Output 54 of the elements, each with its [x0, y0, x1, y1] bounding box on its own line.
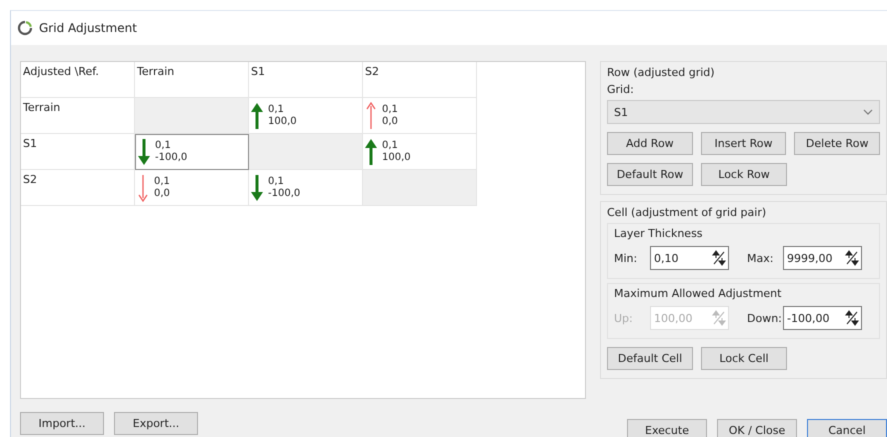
spin-arrows-icon [845, 310, 859, 326]
row-button[interactable]: Insert Row [700, 132, 786, 155]
cell-value: 0,1 [268, 104, 285, 116]
spin-field[interactable]: 0,10 [650, 246, 729, 270]
spin-field[interactable]: 9999,00 [783, 246, 862, 270]
row-button[interactable]: Lock Row [701, 163, 787, 186]
dialog-button[interactable]: Execute [627, 419, 707, 437]
row-button[interactable]: Default Row [607, 163, 693, 186]
cell-button[interactable]: Default Cell [607, 347, 693, 370]
column-header: Adjusted \Ref. [21, 62, 135, 98]
column-header: S2 [363, 62, 477, 98]
field-label: Grid: [607, 83, 635, 96]
group-title: Row (adjusted grid) [607, 66, 716, 79]
dialog-button[interactable]: OK / Close [717, 419, 797, 437]
action-button[interactable]: Import... [20, 412, 104, 435]
spin-arrows-icon [712, 310, 726, 326]
row-button[interactable]: Add Row [607, 132, 693, 155]
window-title: Grid Adjustment [39, 21, 137, 35]
group-title: Layer Thickness [614, 227, 704, 240]
row-header: S1 [21, 134, 135, 170]
table-cell[interactable]: 0,1 0,0 [363, 98, 477, 134]
cell-value: 0,0 [382, 116, 398, 128]
table-cell[interactable]: 0,1 0,0 [135, 170, 249, 206]
cell-value: 0,0 [154, 188, 170, 200]
cell-value: 0,1 [155, 140, 172, 152]
cell-value: 0,1 [382, 140, 399, 152]
empty-cell[interactable] [135, 98, 249, 134]
spin-arrows-icon [845, 250, 859, 266]
table-cell[interactable]: 0,1 -100,0 [135, 134, 249, 170]
cell-button[interactable]: Lock Cell [701, 347, 787, 370]
grid-dropdown[interactable]: S1 [607, 100, 880, 124]
spin-field[interactable]: -100,00 [783, 306, 862, 330]
cell-value: -100,0 [268, 188, 300, 200]
cell-value: 0,1 [154, 176, 170, 188]
row-header: S2 [21, 170, 135, 206]
cell-value: -100,0 [155, 152, 188, 164]
empty-cell[interactable] [249, 134, 363, 170]
group-title: Maximum Allowed Adjustment [614, 287, 782, 300]
dialog-button[interactable]: Cancel [807, 419, 887, 437]
action-button[interactable]: Export... [114, 412, 198, 435]
column-header: S1 [249, 62, 363, 98]
field-label: Min: [614, 252, 638, 264]
cell-value: 100,0 [382, 152, 411, 164]
field-label: Max: [747, 252, 774, 264]
cell-value: 100,0 [268, 116, 297, 128]
chevron-down-icon [863, 109, 873, 115]
spin-arrows-icon [712, 250, 726, 266]
cell-value: 0,1 [268, 176, 285, 188]
row-button[interactable]: Delete Row [794, 132, 880, 155]
cell-value: 0,1 [382, 104, 398, 116]
group-title: Cell (adjustment of grid pair) [607, 206, 768, 219]
field-label: Up: [614, 312, 634, 324]
empty-cell[interactable] [363, 170, 477, 206]
app-logo-icon [17, 20, 33, 36]
